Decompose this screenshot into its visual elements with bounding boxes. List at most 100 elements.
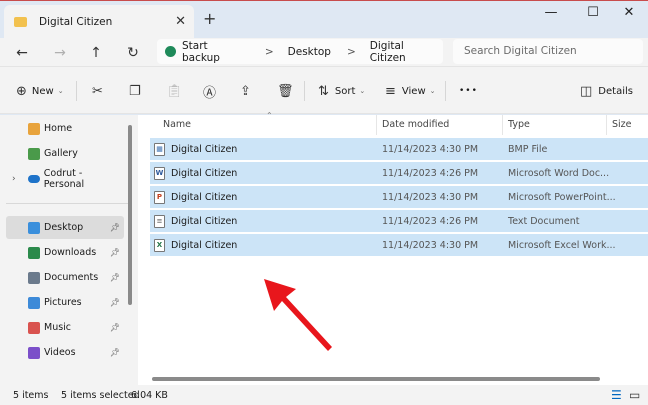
breadcrumb-digital-citizen[interactable]: Digital Citizen [370, 40, 443, 64]
powerpoint-file-icon: P [154, 190, 165, 204]
text-file-icon: ≡ [154, 214, 165, 228]
close-window-button[interactable]: ✕ [614, 5, 644, 20]
refresh-button[interactable]: ↻ [121, 42, 145, 64]
navigation-pane: Home Gallery › Codrut - Personal Desktop… [0, 115, 138, 385]
view-button[interactable]: ≡ View ⌄ [385, 82, 436, 100]
column-header-size[interactable]: Size [612, 115, 632, 135]
file-row[interactable]: X Digital Citizen 11/14/2023 4:30 PM Mic… [150, 234, 648, 256]
sidebar-item-label: Codrut - Personal [43, 167, 85, 190]
file-name: Digital Citizen [171, 239, 238, 251]
title-bar: Digital Citizen ✕ + — ☐ ✕ [0, 0, 648, 39]
file-list: ⌃ Name Date modified Type Size ▦ Digital… [138, 111, 648, 385]
address-bar[interactable]: Start backup > Desktop > Digital Citizen [157, 39, 443, 64]
column-header-type[interactable]: Type [508, 115, 530, 135]
sort-label: Sort [334, 85, 356, 97]
file-type: Text Document [508, 215, 580, 227]
pin-icon: 📌︎ [109, 273, 120, 282]
close-tab-icon[interactable]: ✕ [175, 14, 186, 29]
divider [76, 81, 77, 101]
minimize-button[interactable]: — [536, 5, 566, 20]
rename-icon[interactable]: Ⓐ [203, 82, 216, 101]
divider [6, 203, 128, 204]
details-button[interactable]: ◫ Details [580, 82, 633, 100]
breadcrumb-desktop[interactable]: Desktop [288, 46, 331, 58]
search-input[interactable]: Search Digital Citizen [453, 39, 643, 64]
item-count: 5 items [13, 390, 49, 401]
breadcrumb-separator: > [264, 45, 274, 58]
new-label: New [31, 85, 54, 97]
pin-icon: 📌︎ [109, 348, 120, 357]
sidebar-item-label: Music [44, 322, 72, 333]
sidebar-item-documents[interactable]: Documents 📌︎ [6, 266, 124, 289]
file-row[interactable]: W Digital Citizen 11/14/2023 4:26 PM Mic… [150, 162, 648, 184]
start-backup-link[interactable]: Start backup [182, 40, 249, 64]
share-icon[interactable]: ⇪ [240, 82, 251, 100]
excel-file-icon: X [154, 238, 165, 252]
annotation-arrow-icon [264, 279, 332, 351]
column-divider[interactable] [502, 115, 503, 135]
file-date: 11/14/2023 4:26 PM [382, 167, 479, 179]
forward-button[interactable]: → [48, 42, 72, 64]
sort-button[interactable]: ⇅ Sort ⌄ [318, 82, 365, 100]
command-bar: ⊕ New ⌄ ✂ ❐ 📋︎ Ⓐ ⇪ 🗑︎ ⇅ Sort ⌄ ≡ View ⌄ … [0, 66, 648, 114]
column-divider[interactable] [376, 115, 377, 135]
copy-icon[interactable]: ❐ [129, 82, 141, 100]
delete-icon[interactable]: 🗑︎ [277, 82, 294, 100]
address-row: ← → ↑ ↻ Start backup > Desktop > Digital… [0, 38, 648, 66]
new-button[interactable]: ⊕ New ⌄ [16, 82, 64, 100]
cut-icon[interactable]: ✂ [92, 82, 103, 100]
up-button[interactable]: ↑ [84, 42, 108, 64]
more-options-button[interactable]: ••• [459, 82, 478, 100]
divider [445, 81, 446, 101]
file-name: Digital Citizen [171, 167, 238, 179]
selected-size: 6.04 KB [131, 390, 168, 401]
plus-icon: ⊕ [16, 83, 27, 99]
documents-icon [28, 271, 40, 284]
file-row[interactable]: P Digital Citizen 11/14/2023 4:30 PM Mic… [150, 186, 648, 208]
sidebar-item-desktop[interactable]: Desktop 📌︎ [6, 216, 124, 239]
sort-icon: ⇅ [318, 83, 329, 99]
back-button[interactable]: ← [10, 42, 34, 64]
column-divider[interactable] [606, 115, 607, 135]
details-view-icon[interactable]: ☰ [611, 388, 622, 402]
horizontal-scrollbar[interactable] [152, 377, 600, 381]
file-row[interactable]: ≡ Digital Citizen 11/14/2023 4:26 PM Tex… [150, 210, 648, 232]
pictures-icon [28, 296, 40, 309]
tab-digital-citizen[interactable]: Digital Citizen ✕ [4, 5, 194, 39]
file-row[interactable]: ▦ Digital Citizen 11/14/2023 4:30 PM BMP… [150, 138, 648, 160]
folder-icon [14, 17, 27, 27]
music-icon [28, 321, 40, 334]
chevron-down-icon: ⌄ [359, 87, 366, 95]
sidebar-item-label: Documents [44, 272, 99, 283]
tiles-view-icon[interactable]: ▭ [629, 388, 640, 402]
backup-icon [165, 46, 176, 57]
file-date: 11/14/2023 4:30 PM [382, 143, 479, 155]
sidebar-item-label: Gallery [44, 148, 78, 159]
column-header-date[interactable]: Date modified [382, 115, 449, 135]
sidebar-item-label: Videos [44, 347, 76, 358]
videos-icon [28, 346, 40, 359]
pin-icon: 📌︎ [109, 248, 120, 257]
paste-icon[interactable]: 📋︎ [166, 82, 183, 100]
pin-icon: 📌︎ [109, 223, 120, 232]
sidebar-item-gallery[interactable]: Gallery [6, 142, 124, 165]
breadcrumb-separator: > [346, 45, 356, 58]
file-date: 11/14/2023 4:26 PM [382, 215, 479, 227]
home-icon [28, 122, 40, 135]
sidebar-item-pictures[interactable]: Pictures 📌︎ [6, 291, 124, 314]
file-date: 11/14/2023 4:30 PM [382, 239, 479, 251]
sidebar-item-videos[interactable]: Videos 📌︎ [6, 341, 124, 364]
chevron-right-icon[interactable]: › [12, 174, 16, 184]
sidebar-scrollbar[interactable] [128, 125, 132, 305]
sidebar-item-onedrive[interactable]: › Codrut - Personal [6, 167, 124, 190]
sidebar-item-downloads[interactable]: Downloads 📌︎ [6, 241, 124, 264]
selected-count: 5 items selected [61, 390, 140, 401]
chevron-down-icon: ⌄ [57, 87, 64, 95]
sidebar-item-music[interactable]: Music 📌︎ [6, 316, 124, 339]
new-tab-button[interactable]: + [203, 9, 216, 28]
view-label: View [401, 85, 426, 97]
column-header-name[interactable]: Name [163, 115, 191, 135]
maximize-button[interactable]: ☐ [578, 5, 608, 20]
sidebar-item-label: Home [44, 123, 73, 134]
sidebar-item-home[interactable]: Home [6, 117, 124, 140]
